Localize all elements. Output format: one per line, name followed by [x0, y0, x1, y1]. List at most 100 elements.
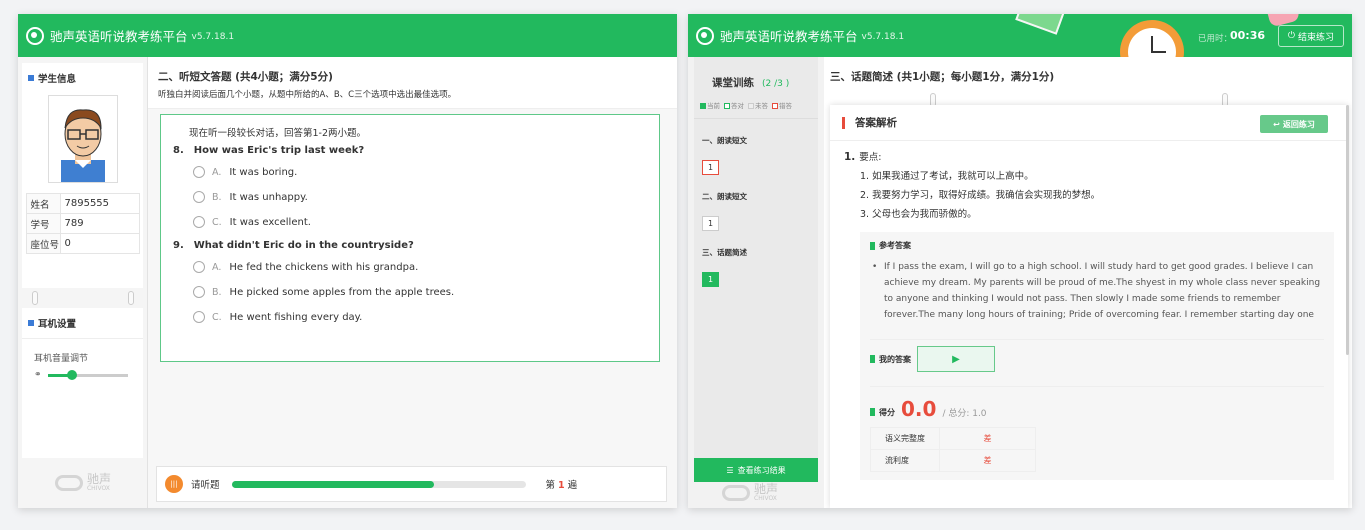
field-value: 789: [59, 213, 140, 234]
end-practice-button[interactable]: ⏻ 结束练习: [1278, 25, 1344, 47]
section-marker-icon: [28, 75, 34, 81]
section-instruction: 听独白并阅读后面几个小题，从题中所给的A、B、C三个选项中选出最佳选项。: [158, 90, 457, 100]
app-logo-icon: [696, 26, 714, 45]
score-label: 得分: [879, 407, 895, 417]
question: 8. How was Eric's trip last week?: [173, 145, 647, 156]
criteria-table: 语义完整度差 流利度差: [870, 427, 1036, 472]
reference-label: 参考答案: [879, 241, 911, 250]
header-marker: [842, 116, 845, 129]
table-row: 流利度差: [870, 449, 1036, 472]
option-c[interactable]: C. He went fishing every day.: [193, 309, 647, 325]
option-a[interactable]: A. It was boring.: [193, 164, 647, 180]
brand-sub: CHIVOX: [754, 495, 777, 502]
question: 9. What didn't Eric do in the countryside…: [173, 240, 647, 251]
practice-window: 驰声英语听说教考练平台 v5.7.18.1 已用时： 00:36 ⏻ 结束练习 …: [688, 14, 1352, 508]
app-version: v5.7.18.1: [861, 32, 905, 42]
play-icon: ▶: [952, 353, 960, 365]
radio-icon[interactable]: [193, 286, 205, 298]
play-recording-button[interactable]: ▶: [917, 346, 995, 372]
radio-icon[interactable]: [193, 261, 205, 273]
app-version: v5.7.18.1: [191, 32, 235, 42]
brand-footer: 驰声 CHIVOX: [18, 473, 148, 492]
listen-label: 请听题: [191, 480, 220, 491]
app-title: 驰声英语听说教考练平台: [720, 29, 858, 44]
scrollbar[interactable]: [1346, 105, 1349, 355]
nav-section-name: 一、朗读短文: [702, 136, 747, 145]
option-b[interactable]: B. He picked some apples from the apple t…: [193, 284, 647, 300]
student-info-table: 姓名 7895555 学号 789 座位号 0: [25, 193, 140, 254]
headset-settings-card: 耳机设置 耳机音量调节 ⚭: [22, 308, 143, 458]
field-label: 座位号: [25, 233, 61, 254]
avatar: [47, 95, 118, 183]
option-b[interactable]: B. It was unhappy.: [193, 189, 647, 205]
table-row: 语义完整度差: [870, 427, 1036, 450]
audio-playing-icon: |||: [165, 475, 183, 493]
reference-answer-text: If I pass the exam, I will go to a high …: [870, 259, 1324, 323]
key-point: 2. 我要努力学习，取得好成绩。我确信会实现我的梦想。: [860, 190, 1101, 201]
question-intro: 现在听一段较长对话，回答第1-2两小题。: [189, 128, 367, 139]
brand-logo-icon: [722, 484, 750, 501]
table-row: 学号 789: [25, 213, 140, 234]
audio-progress-fill: [231, 480, 435, 488]
page-indicator: (2 /3 ): [762, 79, 790, 89]
radio-icon[interactable]: [193, 166, 205, 178]
question-chip[interactable]: 1: [702, 216, 719, 231]
question-number: 9.: [173, 240, 184, 251]
view-results-button[interactable]: ☰ 查看练习结果: [694, 458, 818, 482]
legend-unanswered-icon: [748, 103, 754, 109]
divider: [18, 288, 147, 308]
headphone-icon: ⚭: [34, 370, 42, 380]
radio-icon[interactable]: [193, 311, 205, 323]
answer-analysis-card: 答案解析 ↩ 返回练习 1. 要点: 1. 如果我通过了考试，我就可以上高中。 2…: [830, 105, 1348, 508]
rivet-icon: [128, 291, 134, 305]
brand-name: 驰声: [86, 472, 111, 486]
exam-window: 驰声英语听说教考练平台 v5.7.18.1 学生信息 姓名 7895555 学号…: [18, 14, 677, 508]
my-answer-label: 我的答案: [879, 354, 911, 364]
key-points-heading: 1. 要点:: [844, 151, 882, 163]
question-text: How was Eric's trip last week?: [193, 145, 365, 156]
key-point: 1. 如果我通过了考试，我就可以上高中。: [860, 171, 1034, 182]
score-value: 0.0: [901, 397, 937, 421]
rivet-icon: [32, 291, 38, 305]
option-a[interactable]: A. He fed the chickens with his grandpa.: [193, 259, 647, 275]
key-point: 3. 父母也会为我而骄傲的。: [860, 209, 977, 220]
bookmark-icon: [870, 408, 875, 416]
pass-counter: 第1遍: [545, 480, 578, 491]
reference-answer-box: 参考答案 If I pass the exam, I will go to a …: [860, 232, 1334, 480]
bookmark-icon: [870, 241, 875, 250]
volume-thumb[interactable]: [66, 369, 77, 380]
volume-slider[interactable]: [47, 369, 128, 380]
top-bar: 驰声英语听说教考练平台 v5.7.18.1: [18, 14, 677, 57]
table-row: 姓名 7895555: [25, 193, 140, 214]
section-header: 二、听短文答题 (共4小题；满分5分) 听独白并阅读后面几个小题，从题中所给的A…: [148, 57, 677, 109]
top-bar: 驰声英语听说教考练平台 v5.7.18.1 已用时： 00:36 ⏻ 结束练习: [688, 14, 1352, 84]
nav-section-name: 三、话题简述: [702, 248, 747, 257]
section-title: 三、话题简述 (共1小题；每小题1分，满分1分): [830, 71, 1055, 83]
table-row: 座位号 0: [25, 233, 140, 254]
field-label: 学号: [25, 213, 61, 234]
question-chip-current[interactable]: 1: [702, 272, 719, 287]
legend-wrong-icon: [772, 103, 778, 109]
radio-icon[interactable]: [193, 191, 205, 203]
volume-label: 耳机音量调节: [34, 354, 89, 364]
brand-name: 驰声: [754, 482, 779, 496]
power-icon: ⏻: [1287, 31, 1296, 41]
analysis-header: 答案解析 ↩ 返回练习: [830, 105, 1348, 141]
field-value: 0: [59, 233, 140, 254]
legend-current-icon: [700, 103, 706, 109]
brand-sub: CHIVOX: [86, 485, 110, 492]
status-legend: 当前 答对 未答 错答: [694, 90, 818, 110]
radio-icon[interactable]: [193, 216, 205, 228]
student-sidebar: 学生信息 姓名 7895555 学号 789 座位号 0 耳机设置 耳机音量调节…: [18, 57, 148, 508]
question-number: 8.: [173, 145, 184, 156]
back-to-practice-button[interactable]: ↩ 返回练习: [1260, 115, 1328, 133]
question-chip[interactable]: 1: [702, 160, 719, 175]
audio-progress: [231, 480, 526, 488]
brand-footer: 驰声 CHIVOX: [722, 483, 778, 502]
student-info-card: 学生信息 姓名 7895555 学号 789 座位号 0: [22, 63, 143, 288]
analysis-title: 答案解析: [855, 117, 897, 129]
legend-correct-icon: [724, 103, 730, 109]
timer-value: 00:36: [1230, 29, 1266, 42]
option-c[interactable]: C. It was excellent.: [193, 214, 647, 230]
back-icon: ↩: [1273, 119, 1280, 129]
